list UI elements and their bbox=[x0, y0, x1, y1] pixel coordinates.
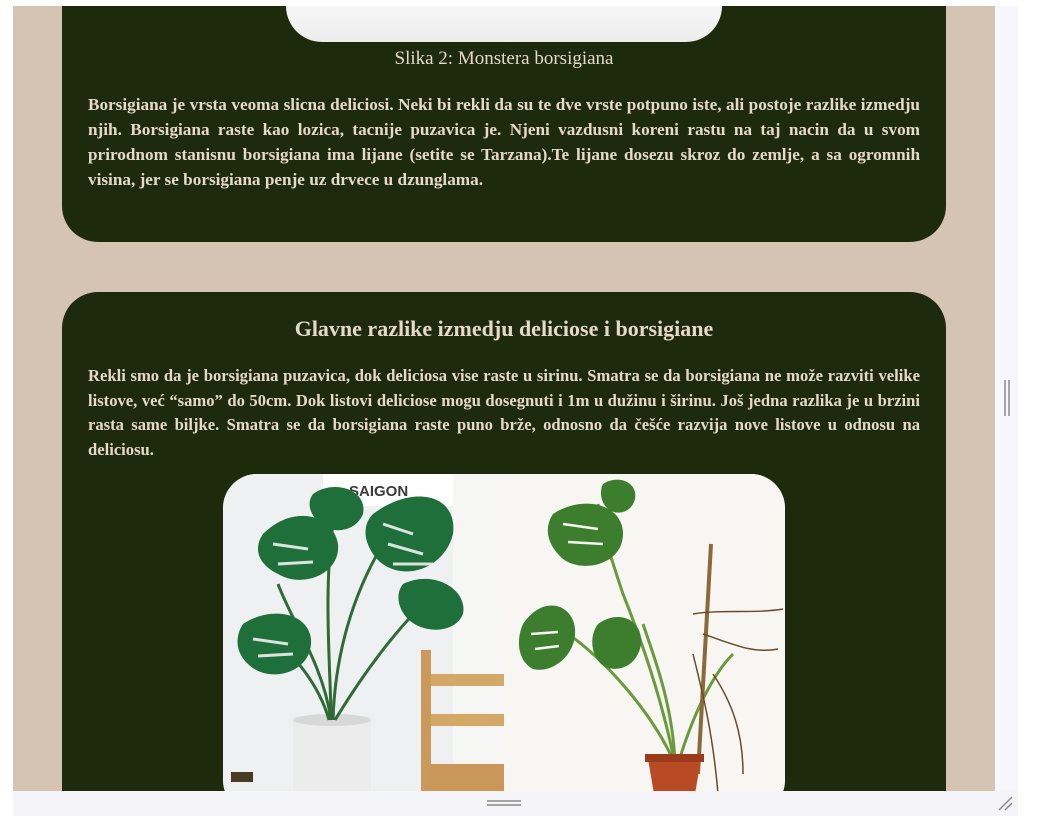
vertical-resize-handle-icon[interactable] bbox=[1002, 380, 1012, 416]
differences-paragraph: Rekli smo da je borsigiana puzavica, dok… bbox=[88, 366, 920, 459]
section-card-differences: Glavne razlike izmedju deliciose i borsi… bbox=[62, 292, 946, 791]
comparison-photo: SAIGON bbox=[223, 474, 785, 791]
borsigiana-paragraph: Borsigiana je vrsta veoma slicna delicio… bbox=[88, 95, 920, 189]
section-card-borsigiana: Slika 2: Monstera borsigiana Borsigiana … bbox=[62, 6, 946, 242]
plants-illustration: SAIGON bbox=[231, 474, 784, 791]
monstera-borsigiana-image bbox=[286, 6, 722, 42]
resize-grip-icon[interactable] bbox=[996, 794, 1014, 812]
figure-caption: Slika 2: Monstera borsigiana bbox=[394, 48, 614, 69]
page-viewport: Slika 2: Monstera borsigiana Borsigiana … bbox=[13, 6, 995, 791]
section-heading: Glavne razlike izmedju deliciose i borsi… bbox=[294, 316, 714, 341]
horizontal-resize-handle-icon[interactable] bbox=[487, 798, 521, 808]
